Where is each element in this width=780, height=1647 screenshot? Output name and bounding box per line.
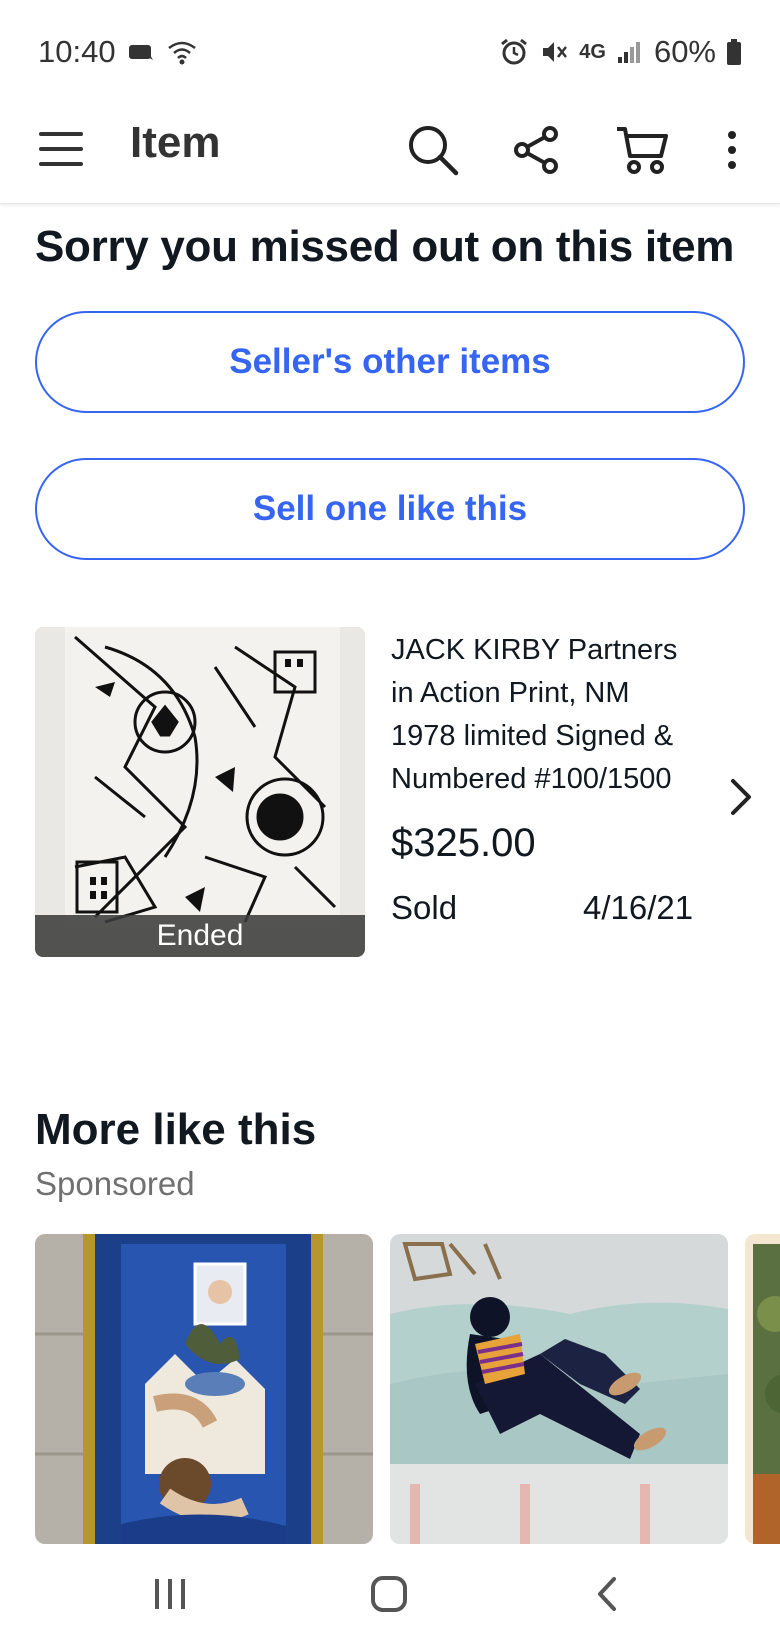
recent-apps-icon — [155, 1579, 185, 1609]
recent-apps-button[interactable] — [135, 1564, 205, 1624]
sell-one-like-this-button[interactable]: Sell one like this — [35, 458, 745, 560]
network-type: 4G — [579, 40, 606, 63]
home-icon — [371, 1576, 407, 1612]
ended-item-card[interactable]: Ended JACK KIRBY Partners in Action Prin… — [35, 627, 765, 957]
missed-out-heading: Sorry you missed out on this item — [35, 222, 735, 271]
cart-button[interactable] — [612, 120, 672, 180]
item-sold-date: 4/16/21 — [583, 889, 694, 926]
signal-icon — [617, 42, 640, 63]
more-vert-icon — [728, 131, 736, 169]
message-notification-icon — [128, 45, 153, 60]
item-title-line: Numbered #100/1500 — [391, 763, 672, 795]
menu-button[interactable] — [36, 124, 86, 174]
framed-art-image — [35, 1234, 373, 1544]
recommended-item-card[interactable] — [390, 1234, 728, 1544]
status-bar: 10:40 4G 60% — [0, 0, 780, 104]
app-bar: Item — [0, 104, 780, 204]
recommended-item-card[interactable] — [745, 1234, 780, 1544]
share-button[interactable] — [507, 120, 567, 180]
item-price: $325.00 — [391, 821, 536, 865]
battery-icon — [727, 39, 741, 65]
status-time: 10:40 — [38, 34, 116, 69]
battery-percent: 60% — [653, 34, 716, 69]
comic-art-image — [35, 627, 365, 957]
item-title-line: 1978 limited Signed & — [391, 720, 674, 752]
alarm-icon — [501, 38, 528, 65]
figure-print-image — [390, 1234, 728, 1544]
recommended-item-card[interactable] — [35, 1234, 373, 1544]
ended-badge: Ended — [35, 915, 365, 957]
mute-icon — [543, 42, 568, 62]
cart-icon — [617, 127, 668, 174]
back-icon — [598, 1577, 616, 1611]
sellers-other-items-button[interactable]: Seller's other items — [35, 311, 745, 413]
item-title-line: in Action Print, NM — [391, 677, 630, 709]
more-options-button[interactable] — [702, 120, 762, 180]
sponsored-label: Sponsored — [35, 1165, 195, 1202]
wifi-icon — [167, 41, 196, 65]
more-like-this-heading: More like this — [35, 1105, 317, 1154]
page-title: Item — [130, 118, 221, 167]
item-status: Sold — [391, 889, 458, 926]
search-button[interactable] — [403, 120, 463, 180]
item-title[interactable]: JACK KIRBY Partners in Action Print, NM … — [391, 629, 701, 801]
system-navigation-bar — [0, 1544, 780, 1647]
back-button[interactable] — [572, 1564, 642, 1624]
status-right: 4G 60% — [499, 34, 742, 70]
landscape-art-image — [745, 1234, 780, 1544]
chevron-right-icon[interactable] — [721, 767, 761, 827]
share-icon — [514, 126, 558, 174]
item-thumbnail: Ended — [35, 627, 365, 957]
home-button[interactable] — [354, 1564, 424, 1624]
status-left: 10:40 — [38, 34, 198, 70]
item-title-line: JACK KIRBY Partners — [391, 634, 678, 666]
search-icon — [409, 126, 459, 176]
menu-icon — [39, 132, 83, 166]
